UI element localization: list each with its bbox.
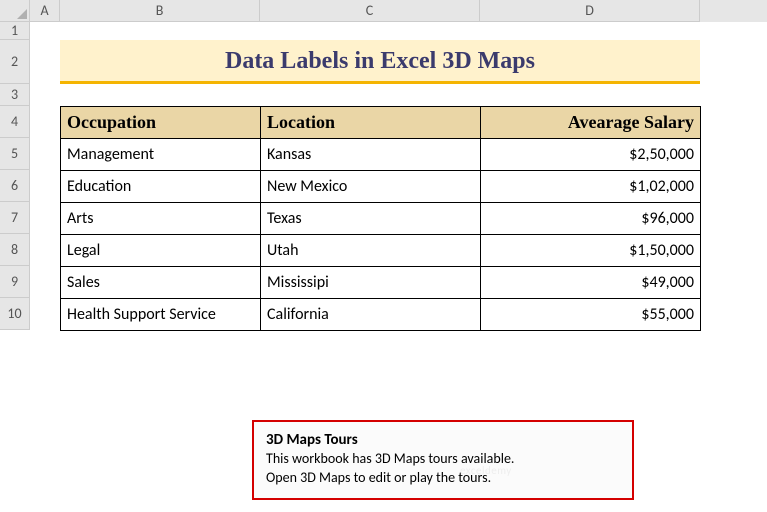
row-header-10[interactable]: 10 bbox=[0, 298, 30, 330]
row-header-8[interactable]: 8 bbox=[0, 234, 30, 266]
cell-location[interactable]: Mississipi bbox=[261, 267, 481, 299]
cell-salary[interactable]: $55,000 bbox=[481, 299, 701, 331]
row-header-6[interactable]: 6 bbox=[0, 170, 30, 202]
col-header-c[interactable]: C bbox=[260, 0, 480, 22]
cell-location[interactable]: California bbox=[261, 299, 481, 331]
table-row: Arts Texas $96,000 bbox=[61, 203, 701, 235]
spreadsheet: A B C D 1 2 3 4 5 6 7 8 9 10 Data Labels… bbox=[0, 0, 767, 512]
header-location[interactable]: Location bbox=[261, 107, 481, 139]
row-header-7[interactable]: 7 bbox=[0, 202, 30, 234]
col-header-b[interactable]: B bbox=[60, 0, 260, 22]
callout-title: 3D Maps Tours bbox=[266, 430, 620, 450]
table-row: Legal Utah $1,50,000 bbox=[61, 235, 701, 267]
row-header-1[interactable]: 1 bbox=[0, 22, 30, 40]
cell-occupation[interactable]: Legal bbox=[61, 235, 261, 267]
cell-salary[interactable]: $2,50,000 bbox=[481, 139, 701, 171]
cell-occupation[interactable]: Sales bbox=[61, 267, 261, 299]
row-header-5[interactable]: 5 bbox=[0, 138, 30, 170]
callout-line2: Open 3D Maps to edit or play the tours. bbox=[266, 469, 620, 488]
cell-occupation[interactable]: Education bbox=[61, 171, 261, 203]
callout-line1: This workbook has 3D Maps tours availabl… bbox=[266, 450, 620, 469]
data-table: Occupation Location Avearage Salary Mana… bbox=[60, 106, 701, 331]
row-header-9[interactable]: 9 bbox=[0, 266, 30, 298]
cell-salary[interactable]: $96,000 bbox=[481, 203, 701, 235]
cells-area[interactable]: Data Labels in Excel 3D Maps Occupation … bbox=[30, 22, 767, 330]
cell-location[interactable]: Utah bbox=[261, 235, 481, 267]
cell-location[interactable]: Kansas bbox=[261, 139, 481, 171]
row-header-3[interactable]: 3 bbox=[0, 84, 30, 106]
row-headers: 1 2 3 4 5 6 7 8 9 10 bbox=[0, 22, 30, 330]
cell-occupation[interactable]: Health Support Service bbox=[61, 299, 261, 331]
col-header-a[interactable]: A bbox=[30, 0, 60, 22]
table-row: Sales Mississipi $49,000 bbox=[61, 267, 701, 299]
cell-salary[interactable]: $1,02,000 bbox=[481, 171, 701, 203]
cell-salary[interactable]: $1,50,000 bbox=[481, 235, 701, 267]
table-row: Education New Mexico $1,02,000 bbox=[61, 171, 701, 203]
table-header-row: Occupation Location Avearage Salary bbox=[61, 107, 701, 139]
col-header-d[interactable]: D bbox=[480, 0, 700, 22]
table-row: Health Support Service California $55,00… bbox=[61, 299, 701, 331]
cell-location[interactable]: New Mexico bbox=[261, 171, 481, 203]
cell-salary[interactable]: $49,000 bbox=[481, 267, 701, 299]
header-occupation[interactable]: Occupation bbox=[61, 107, 261, 139]
cell-occupation[interactable]: Management bbox=[61, 139, 261, 171]
table-row: Management Kansas $2,50,000 bbox=[61, 139, 701, 171]
cell-occupation[interactable]: Arts bbox=[61, 203, 261, 235]
page-title: Data Labels in Excel 3D Maps bbox=[60, 40, 700, 84]
row-header-4[interactable]: 4 bbox=[0, 106, 30, 138]
cell-location[interactable]: Texas bbox=[261, 203, 481, 235]
header-salary[interactable]: Avearage Salary bbox=[481, 107, 701, 139]
select-all-corner[interactable] bbox=[0, 0, 30, 22]
column-headers: A B C D bbox=[0, 0, 767, 22]
maps-tours-callout: 3D Maps Tours This workbook has 3D Maps … bbox=[252, 420, 634, 500]
row-header-2[interactable]: 2 bbox=[0, 40, 30, 84]
